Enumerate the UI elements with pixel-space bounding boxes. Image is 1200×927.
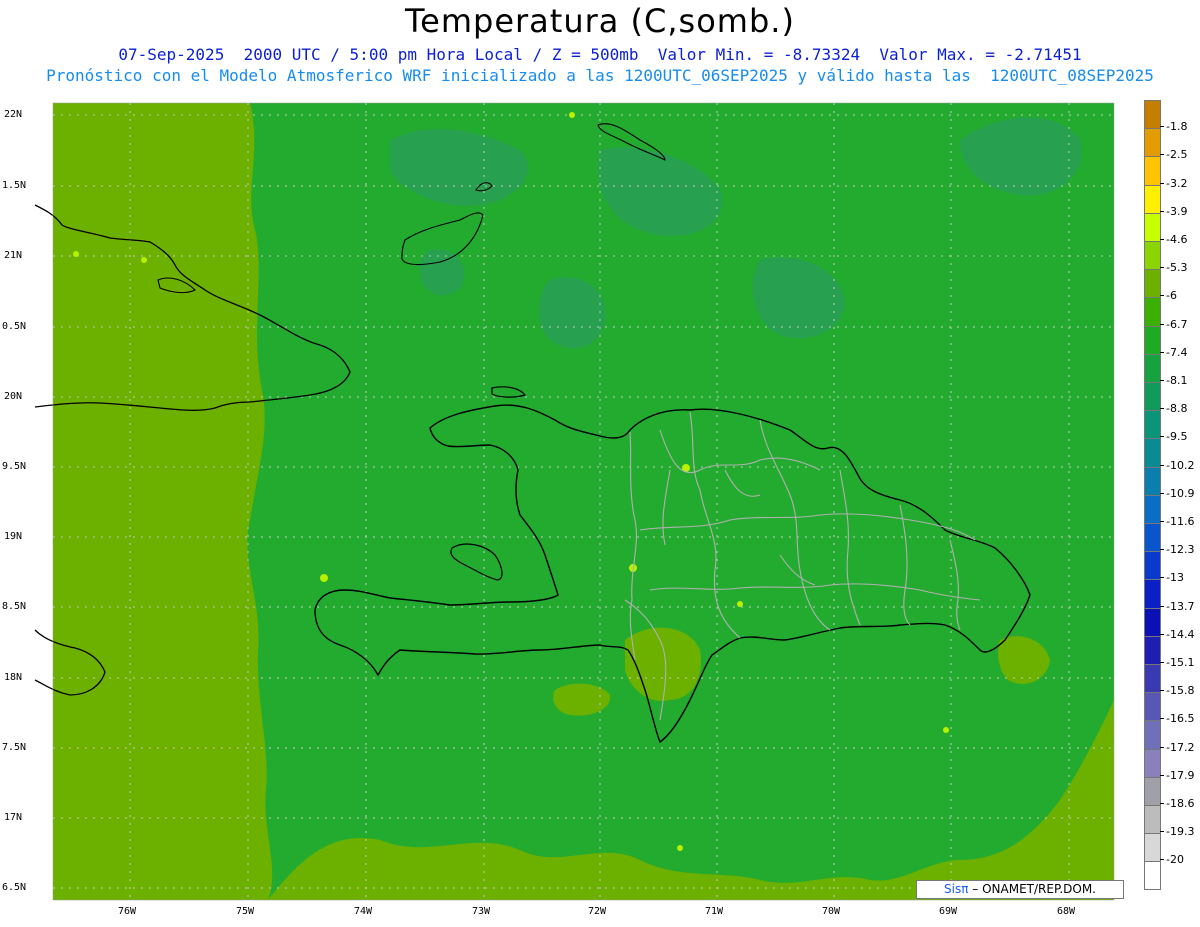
legend-swatch: [1144, 128, 1161, 157]
legend-label: -5.3: [1159, 261, 1188, 275]
legend-label: -13.7: [1159, 599, 1195, 613]
legend-label: -11.6: [1159, 515, 1195, 528]
legend-label: -3.9: [1159, 204, 1188, 218]
lon-label: 71W: [705, 906, 724, 917]
lat-label: 19N: [4, 531, 23, 542]
sispi-logo: Sisπ: [944, 882, 969, 896]
legend-label: -10.2: [1159, 458, 1195, 472]
credit-org: ONAMET/REP.DOM.: [982, 882, 1096, 896]
lon-label: 68W: [1057, 906, 1076, 917]
legend-label: -4.6: [1159, 233, 1188, 246]
legend-label: -12.3: [1159, 543, 1195, 557]
lon-label: 72W: [588, 906, 607, 917]
legend-swatch: [1144, 410, 1161, 439]
temperature-map: [34, 102, 1115, 901]
legend-label: -3.2: [1159, 176, 1188, 190]
lat-label: 6.5N: [2, 882, 27, 893]
legend-swatch: [1144, 494, 1161, 523]
legend-label: -8.1: [1159, 374, 1188, 387]
legend-swatch: [1144, 382, 1161, 411]
legend-swatch: [1144, 748, 1161, 777]
legend-swatch: [1144, 325, 1161, 354]
legend-swatch: [1144, 438, 1161, 467]
lon-label: 69W: [939, 906, 958, 917]
legend-swatch: [1144, 579, 1161, 608]
legend-swatch: [1144, 833, 1161, 862]
legend-swatch: [1144, 776, 1161, 805]
legend-label: -10.9: [1159, 486, 1195, 500]
legend-swatch: [1144, 353, 1161, 382]
legend-label: -13: [1160, 571, 1184, 585]
legend-label: -7.4: [1159, 345, 1188, 359]
legend-label: -6.7: [1159, 317, 1188, 331]
legend-label: -19.3: [1159, 825, 1195, 839]
lat-label: 17N: [4, 812, 23, 823]
lat-label: 8.5N: [2, 601, 27, 612]
legend-label: -15.1: [1159, 656, 1195, 669]
legend-label: -1.8: [1159, 120, 1188, 134]
legend-label: -2.5: [1159, 148, 1188, 162]
legend-swatch: [1144, 100, 1161, 129]
lat-label: 18N: [4, 672, 23, 683]
lon-label: 70W: [822, 906, 841, 917]
legend-swatch: [1144, 664, 1161, 693]
hot-spot: [141, 257, 147, 263]
lat-label: 22N: [4, 109, 23, 120]
lon-label: 73W: [472, 906, 491, 917]
lon-label: 74W: [354, 906, 373, 917]
lat-label: 21N: [4, 250, 23, 261]
legend-swatch: [1144, 184, 1161, 213]
legend-label: -20: [1160, 853, 1184, 867]
hot-spot: [569, 112, 575, 118]
legend-swatch: [1144, 692, 1161, 721]
lat-label: 0.5N: [2, 321, 27, 332]
legend-label: -17.2: [1159, 740, 1195, 754]
subtitle-model-info: Pronóstico con el Modelo Atmosferico WRF…: [46, 66, 1154, 85]
legend-swatch: [1144, 212, 1161, 241]
page-title: Temperatura (C,somb.): [405, 2, 795, 40]
credit-badge: Sisπ – ONAMET/REP.DOM.: [916, 880, 1124, 899]
lat-label: 9.5N: [2, 461, 27, 472]
lon-label: 76W: [118, 906, 137, 917]
legend-label: -9.5: [1159, 430, 1188, 444]
hot-spot: [677, 845, 683, 851]
legend-swatch: [1144, 156, 1161, 185]
legend-swatch: [1144, 720, 1161, 749]
legend-label: -17.9: [1159, 768, 1195, 782]
legend-label: -15.8: [1159, 684, 1195, 698]
legend-swatch: [1144, 466, 1161, 495]
legend-swatch: [1144, 551, 1161, 580]
legend-label: -16.5: [1159, 712, 1195, 726]
legend-swatch: [1144, 297, 1161, 326]
lat-label: 20N: [4, 391, 23, 402]
hot-spot: [320, 574, 328, 582]
legend-swatch: [1144, 805, 1161, 834]
legend-swatch: [1144, 635, 1161, 664]
subtitle-time-range: 07-Sep-2025 2000 UTC / 5:00 pm Hora Loca…: [118, 45, 1082, 64]
hot-spot: [737, 601, 743, 607]
warm-region-west: [53, 103, 273, 900]
lat-label: 7.5N: [2, 742, 27, 753]
legend-swatch: [1144, 241, 1161, 270]
legend-swatch: [1144, 523, 1161, 552]
legend-swatch: [1144, 861, 1161, 890]
legend-label: -8.8: [1159, 402, 1188, 416]
hot-spot: [943, 727, 949, 733]
legend-label: -18.6: [1159, 797, 1195, 810]
legend-label: -14.4: [1159, 627, 1195, 641]
legend-swatch: [1144, 269, 1161, 298]
legend-swatch: [1144, 607, 1161, 636]
lon-label: 75W: [236, 906, 255, 917]
hot-spot: [73, 251, 79, 257]
legend-label: -6: [1160, 289, 1177, 303]
lat-label: 1.5N: [2, 180, 27, 191]
